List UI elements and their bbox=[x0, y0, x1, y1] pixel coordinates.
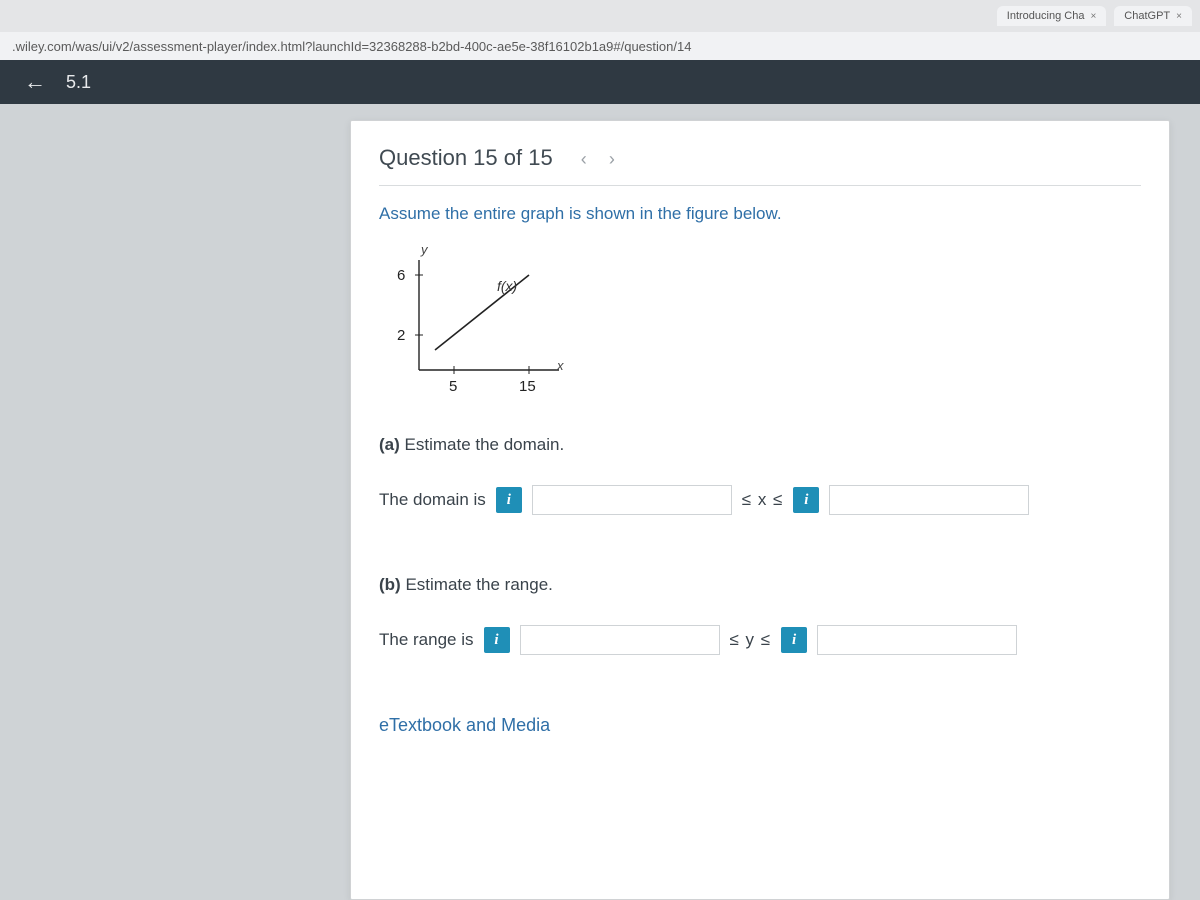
y-tick-label: 6 bbox=[397, 267, 405, 284]
info-icon[interactable]: i bbox=[496, 487, 522, 513]
graph-figure: y x f(x) 6 2 5 15 bbox=[379, 240, 589, 405]
domain-upper-input[interactable] bbox=[829, 485, 1029, 515]
function-label: f(x) bbox=[497, 278, 517, 294]
section-bar: ← 5.1 bbox=[0, 60, 1200, 104]
back-arrow-icon[interactable]: ← bbox=[24, 69, 46, 95]
domain-answer-row: The domain is i ≤ x ≤ i bbox=[379, 485, 1141, 515]
y-tick-label: 2 bbox=[397, 327, 405, 344]
info-icon[interactable]: i bbox=[793, 487, 819, 513]
range-lower-input[interactable] bbox=[520, 625, 720, 655]
question-header: Question 15 of 15 ‹ › bbox=[379, 145, 1141, 171]
tab-title: ChatGPT bbox=[1124, 10, 1170, 22]
section-label: 5.1 bbox=[66, 72, 91, 93]
next-question-button[interactable]: › bbox=[601, 149, 623, 169]
info-icon[interactable]: i bbox=[781, 627, 807, 653]
part-a-text: Estimate the domain. bbox=[405, 435, 565, 454]
domain-lead: The domain is bbox=[379, 490, 486, 510]
part-a-tag: (a) bbox=[379, 435, 400, 454]
domain-inequality: ≤ x ≤ bbox=[742, 490, 784, 510]
question-prompt: Assume the entire graph is shown in the … bbox=[379, 204, 1141, 224]
close-icon[interactable]: × bbox=[1090, 11, 1096, 22]
range-answer-row: The range is i ≤ y ≤ i bbox=[379, 625, 1141, 655]
question-card: Question 15 of 15 ‹ › Assume the entire … bbox=[350, 120, 1170, 900]
browser-tab[interactable]: ChatGPT × bbox=[1114, 6, 1192, 26]
part-b-tag: (b) bbox=[379, 575, 401, 594]
url-text: .wiley.com/was/ui/v2/assessment-player/i… bbox=[12, 39, 691, 54]
range-upper-input[interactable] bbox=[817, 625, 1017, 655]
x-axis-label: x bbox=[557, 358, 564, 373]
etextbook-link[interactable]: eTextbook and Media bbox=[379, 715, 1141, 736]
prev-question-button[interactable]: ‹ bbox=[573, 149, 595, 169]
part-b-text: Estimate the range. bbox=[405, 575, 552, 594]
range-inequality: ≤ y ≤ bbox=[730, 630, 772, 650]
range-lead: The range is bbox=[379, 630, 474, 650]
browser-tab-strip: Introducing Cha × ChatGPT × bbox=[0, 0, 1200, 32]
x-tick-label: 15 bbox=[519, 378, 536, 395]
y-axis-label: y bbox=[421, 242, 428, 257]
domain-lower-input[interactable] bbox=[532, 485, 732, 515]
question-count: Question 15 of 15 bbox=[379, 145, 553, 171]
info-icon[interactable]: i bbox=[484, 627, 510, 653]
divider bbox=[379, 185, 1141, 186]
browser-tab[interactable]: Introducing Cha × bbox=[997, 6, 1107, 26]
url-bar[interactable]: .wiley.com/was/ui/v2/assessment-player/i… bbox=[0, 32, 1200, 60]
part-b-label: (b) Estimate the range. bbox=[379, 575, 1141, 595]
tab-title: Introducing Cha bbox=[1007, 10, 1085, 22]
x-tick-label: 5 bbox=[449, 378, 457, 395]
close-icon[interactable]: × bbox=[1176, 11, 1182, 22]
part-a-label: (a) Estimate the domain. bbox=[379, 435, 1141, 455]
